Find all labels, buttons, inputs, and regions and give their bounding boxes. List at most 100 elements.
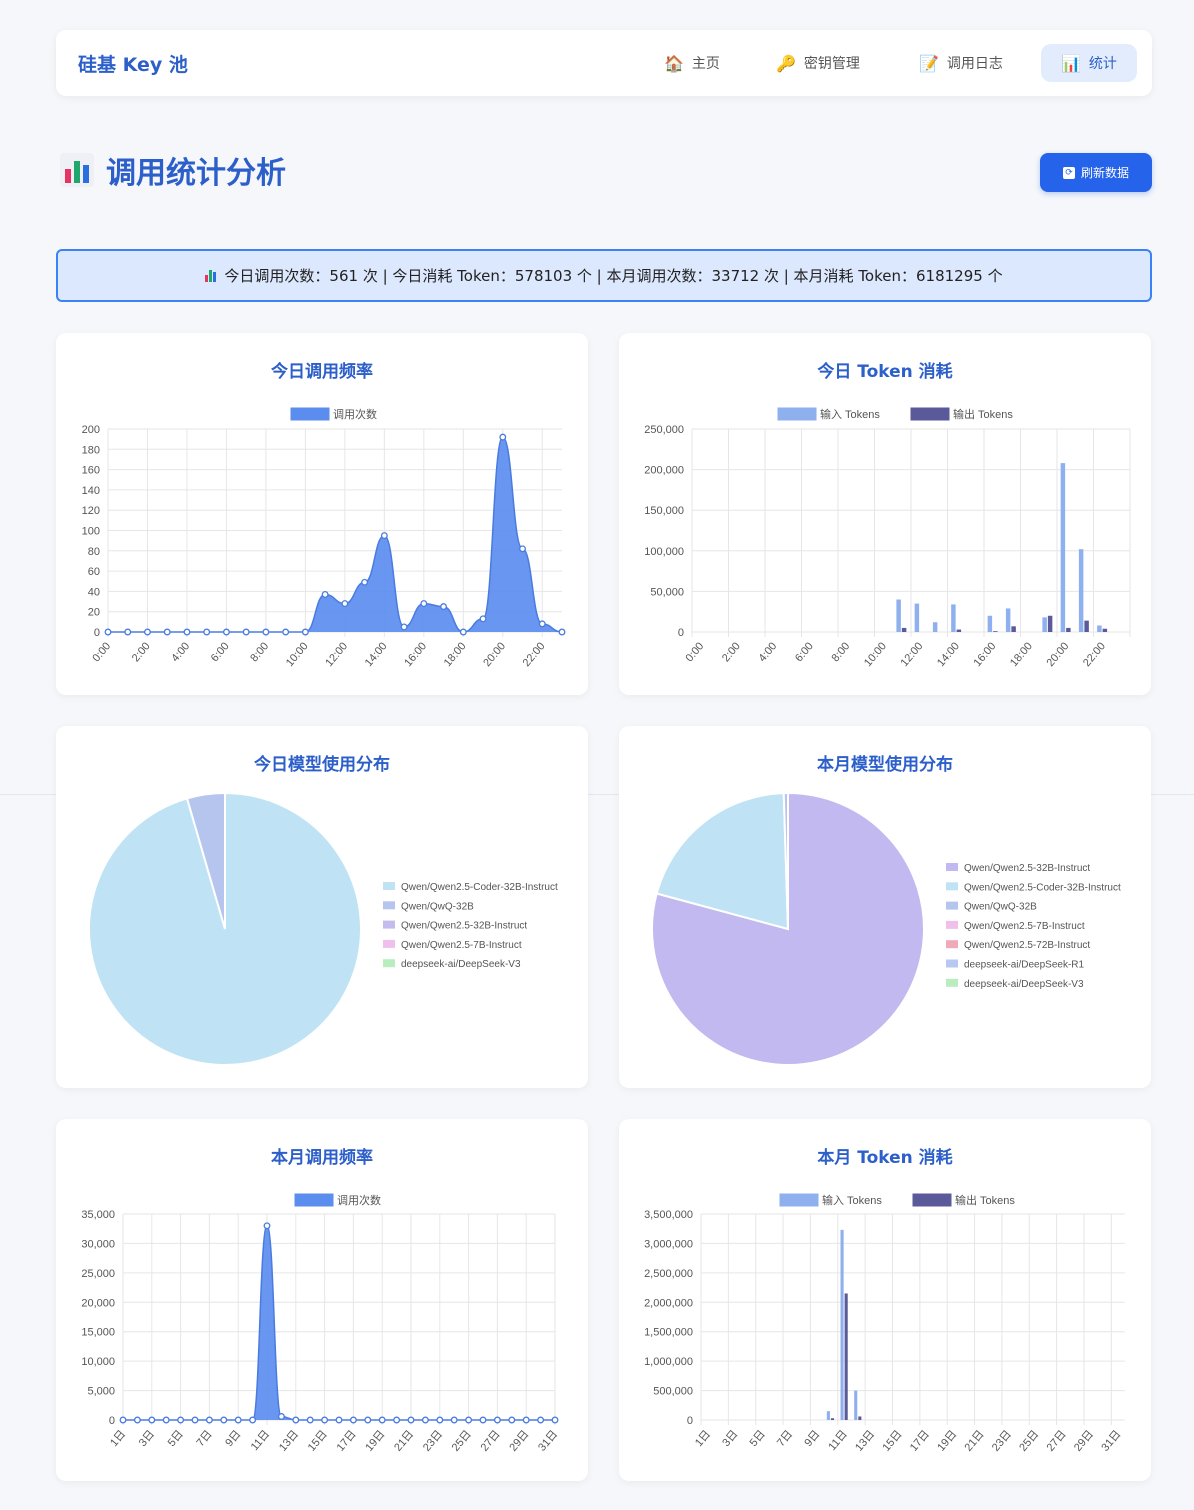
nav-logs[interactable]: 📝 调用日志: [899, 44, 1023, 82]
legend-swatch: [912, 1193, 952, 1207]
y-tick-label: 0: [109, 1415, 115, 1427]
y-tick-label: 25,000: [81, 1268, 115, 1280]
brand-logo[interactable]: 硅基 Key 池: [78, 50, 188, 77]
page-title: 调用统计分析: [106, 156, 286, 191]
legend-label: deepseek-ai/DeepSeek-V3: [964, 979, 1084, 990]
x-tick-label: 6:00: [209, 640, 232, 664]
y-tick-label: 20,000: [81, 1297, 115, 1309]
y-tick-label: 2,500,000: [644, 1268, 693, 1280]
page-header: 调用统计分析: [60, 148, 286, 192]
chart-card-month-models: 本月模型使用分布 Qwen/Qwen2.5-32B-Instruct Qwen/Q…: [619, 726, 1151, 1088]
data-point: [538, 620, 546, 628]
top-navbar: 硅基 Key 池 🏠 主页 🔑 密钥管理 📝 调用日志 📊 统计: [56, 30, 1152, 96]
x-tick-label: 9日: [802, 1428, 822, 1449]
chart-card-today-tokens: 今日 Token 消耗 0 50,000 100,000 150,000 200,000…: [619, 333, 1151, 695]
bar: [1060, 463, 1066, 632]
legend-label: deepseek-ai/DeepSeek-V3: [401, 959, 521, 970]
y-tick-label: 140: [82, 485, 100, 497]
data-point: [277, 1413, 285, 1420]
bar: [987, 615, 993, 632]
legend-swatch: [777, 407, 817, 421]
legend-swatch: [383, 920, 395, 929]
y-tick-label: 200,000: [644, 465, 684, 477]
x-tick-label: 23日: [421, 1428, 445, 1454]
bar: [826, 1411, 830, 1420]
bar: [1011, 626, 1016, 632]
nav-home[interactable]: 🏠 主页: [644, 44, 740, 82]
x-tick-label: 4:00: [756, 640, 779, 664]
refresh-button[interactable]: ⟳ 刷新数据: [1040, 153, 1152, 192]
legend-swatch: [383, 959, 395, 968]
bar: [844, 1293, 848, 1420]
legend-swatch: [946, 959, 958, 968]
refresh-icon: ⟳: [1062, 166, 1075, 179]
bar: [901, 627, 907, 632]
legend-swatch: [946, 863, 958, 871]
x-tick-label: 8:00: [829, 640, 852, 664]
x-tick-label: 0:00: [90, 640, 113, 664]
x-tick-label: 5日: [166, 1428, 186, 1449]
x-tick-label: 31日: [536, 1428, 560, 1454]
bar: [1042, 617, 1047, 632]
x-tick-label: 0:00: [683, 640, 706, 664]
data-point: [537, 1416, 545, 1424]
data-point: [479, 615, 487, 623]
x-tick-label: 21日: [963, 1428, 987, 1454]
y-tick-label: 15,000: [81, 1327, 115, 1339]
bar: [896, 599, 901, 632]
y-tick-label: 120: [82, 505, 100, 517]
y-tick-label: 1,500,000: [644, 1327, 693, 1339]
legend-label: 输入 Tokens: [820, 407, 880, 421]
y-tick-label: 35,000: [81, 1209, 115, 1221]
legend-label: 调用次数: [337, 1193, 381, 1207]
chart-card-today-calls: 今日调用频率 0 20 40 60 80 100 120 140 160 180 200 0:00 2:…: [56, 333, 588, 695]
data-point: [321, 590, 329, 598]
data-point: [361, 578, 369, 586]
data-point: [144, 628, 151, 636]
nav-stats[interactable]: 📊 统计: [1041, 44, 1137, 82]
data-point: [282, 628, 290, 636]
y-tick-label: 3,500,000: [644, 1209, 693, 1221]
data-point: [124, 628, 132, 636]
x-tick-label: 18:00: [442, 640, 469, 669]
y-tick-label: 60: [88, 566, 100, 578]
x-tick-label: 19日: [363, 1428, 387, 1454]
key-icon: 🔑: [776, 53, 796, 73]
legend-swatch: [383, 882, 395, 890]
x-tick-label: 7日: [775, 1428, 795, 1449]
data-point: [519, 545, 526, 553]
x-tick-label: 1日: [693, 1428, 713, 1449]
chart-card-today-models: 今日模型使用分布 Qwen/Qwen2.5-Coder-32B-Instruct…: [56, 726, 588, 1088]
x-tick-label: 9日: [223, 1428, 243, 1449]
legend-swatch: [294, 1193, 334, 1207]
x-tick-label: 8:00: [248, 640, 271, 664]
y-tick-label: 30,000: [81, 1238, 115, 1250]
legend-label: Qwen/Qwen2.5-7B-Instruct: [401, 940, 522, 951]
data-point: [292, 1416, 300, 1424]
data-point: [341, 600, 349, 608]
bar: [854, 1390, 858, 1420]
x-tick-label: 1日: [108, 1428, 128, 1449]
x-tick-label: 3日: [720, 1428, 740, 1449]
legend-label: 输出 Tokens: [953, 407, 1013, 421]
x-tick-label: 23日: [990, 1428, 1014, 1454]
legend-label: Qwen/QwQ-32B: [964, 902, 1037, 913]
bar: [840, 1229, 844, 1420]
y-tick-label: 0: [687, 1415, 693, 1427]
y-tick-label: 150,000: [644, 505, 684, 517]
legend-label: 输出 Tokens: [955, 1193, 1015, 1207]
x-tick-label: 15日: [306, 1428, 330, 1454]
bar: [993, 631, 998, 632]
y-tick-label: 250,000: [644, 424, 684, 436]
bar-chart-icon: 📊: [1061, 53, 1081, 73]
x-tick-label: 3日: [137, 1428, 157, 1449]
legend-swatch: [383, 939, 395, 948]
y-tick-label: 50,000: [650, 586, 684, 598]
y-tick-label: 40: [88, 586, 100, 598]
data-point: [421, 1416, 429, 1424]
x-tick-label: 29日: [507, 1428, 531, 1454]
x-tick-label: 15日: [880, 1428, 904, 1454]
nav-keys[interactable]: 🔑 密钥管理: [756, 44, 880, 82]
legend-label: Qwen/Qwen2.5-32B-Instruct: [401, 921, 527, 932]
legend-label: 调用次数: [333, 407, 377, 421]
